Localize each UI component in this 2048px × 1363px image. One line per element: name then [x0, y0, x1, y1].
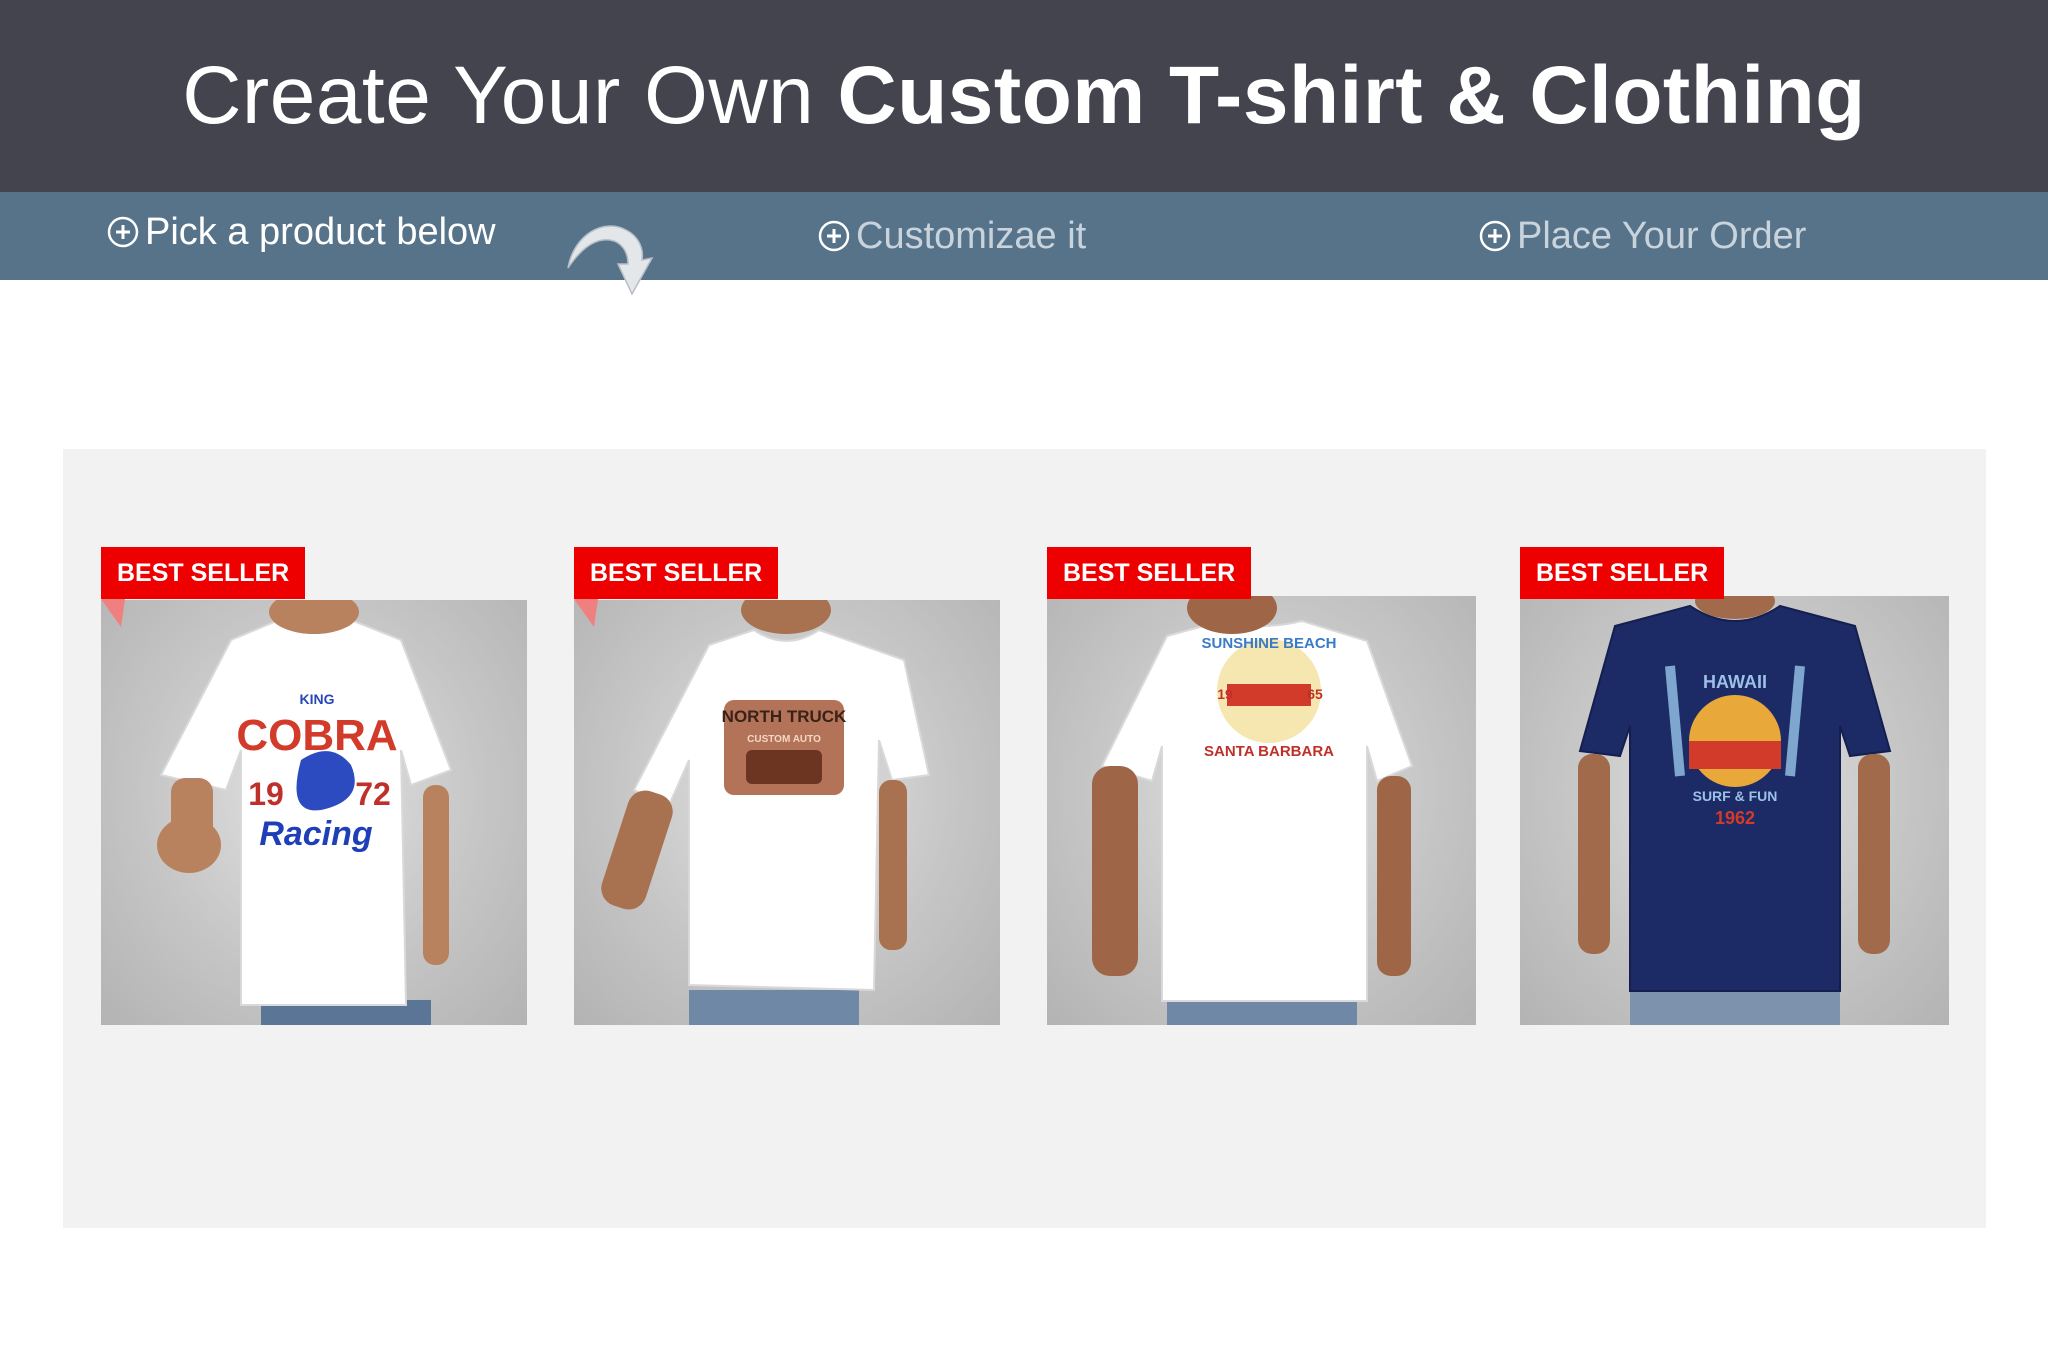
best-seller-badge: BEST SELLER — [1520, 547, 1725, 599]
curved-arrow-down-icon — [567, 225, 654, 296]
product-panel: BEST SELLER COBRA KING 19 72 Racing BEST… — [63, 449, 1986, 1228]
product-card[interactable]: BEST SELLER NORTH TRUCK CUSTOM AUTO — [574, 547, 1000, 1025]
print-text: Racing — [259, 815, 373, 853]
title-regular: Create Your Own — [182, 50, 838, 141]
tshirt-image: HAWAII SURF & FUN 1962 — [1578, 596, 1892, 1025]
best-seller-badge: BEST SELLER — [101, 547, 306, 599]
steps-bar: Pick a product below Customizae it Place… — [0, 192, 2048, 280]
print-text: CUSTOM AUTO — [747, 734, 821, 745]
page-header: Create Your Own Custom T-shirt & Clothin… — [0, 0, 2048, 192]
print-text: 72 — [355, 776, 391, 812]
plus-circle-icon — [1479, 220, 1511, 252]
title-bold: Custom T-shirt & Clothing — [837, 50, 1866, 141]
tshirt-image: COBRA KING 19 72 Racing — [157, 600, 453, 1025]
print-text: 65 — [1307, 686, 1323, 702]
print-text: SANTA BARBARA — [1204, 743, 1334, 760]
step-label: Customizae it — [856, 214, 1087, 257]
plus-circle-icon — [818, 220, 850, 252]
step-pick-product[interactable]: Pick a product below — [107, 188, 496, 276]
product-photo[interactable]: NORTH TRUCK CUSTOM AUTO — [574, 600, 1000, 1025]
product-photo[interactable]: SUNSHINE BEACH 19 65 SANTA BARBARA — [1047, 596, 1476, 1025]
best-seller-badge: BEST SELLER — [574, 547, 779, 599]
product-card[interactable]: BEST SELLER COBRA KING 19 72 Racing — [101, 547, 527, 1025]
badge-fold-icon — [101, 599, 125, 627]
product-photo[interactable]: COBRA KING 19 72 Racing — [101, 600, 527, 1025]
print-text: 19 — [1217, 686, 1233, 702]
print-text: SURF & FUN — [1693, 788, 1778, 804]
tshirt-image: SUNSHINE BEACH 19 65 SANTA BARBARA — [1092, 596, 1414, 1025]
tshirt-image: NORTH TRUCK CUSTOM AUTO — [601, 600, 931, 1025]
page-title: Create Your Own Custom T-shirt & Clothin… — [182, 49, 1866, 143]
print-text: SUNSHINE BEACH — [1201, 635, 1336, 652]
print-text: NORTH TRUCK — [722, 707, 847, 726]
step-label: Pick a product below — [145, 210, 496, 253]
plus-circle-icon — [107, 216, 139, 248]
step-label: Place Your Order — [1517, 214, 1807, 257]
product-card[interactable]: BEST SELLER SUNSHINE BEACH 19 65 SANTA B… — [1047, 547, 1476, 1025]
print-text: HAWAII — [1703, 672, 1767, 692]
product-card[interactable]: BEST SELLER HAWAII SURF & FUN 1962 — [1520, 547, 1949, 1025]
print-text: KING — [300, 691, 335, 707]
badge-fold-icon — [574, 599, 598, 627]
print-text: 1962 — [1715, 808, 1755, 828]
best-seller-badge: BEST SELLER — [1047, 547, 1252, 599]
product-photo[interactable]: HAWAII SURF & FUN 1962 — [1520, 596, 1949, 1025]
step-place-order[interactable]: Place Your Order — [1479, 192, 1806, 280]
print-text: 19 — [248, 776, 284, 812]
step-customize[interactable]: Customizae it — [818, 192, 1086, 280]
